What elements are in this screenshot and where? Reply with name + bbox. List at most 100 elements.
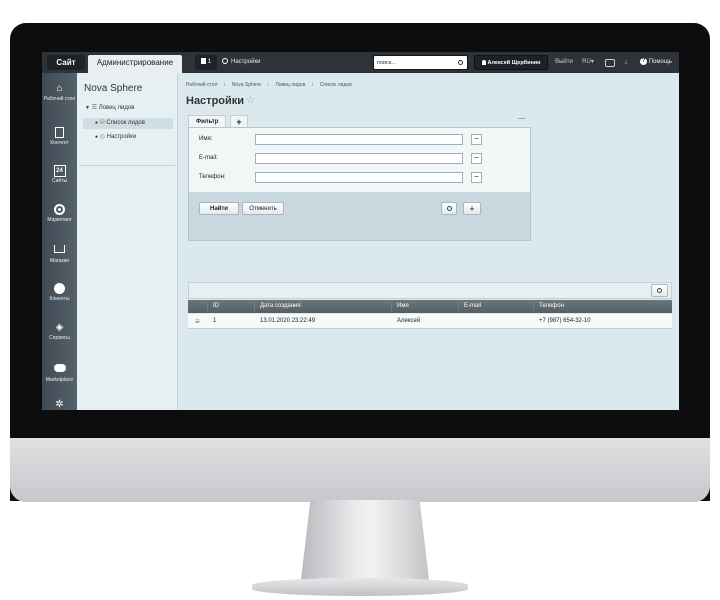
calendar-icon: 24 (53, 165, 66, 177)
sidebar-item-label: Клиенты (49, 296, 70, 302)
clients-icon (54, 283, 66, 295)
search-placeholder: поиск... (377, 60, 396, 66)
gear-icon (657, 288, 662, 293)
admin-tab[interactable]: Администрирование (88, 55, 182, 73)
column-header-phone[interactable]: Телефон (534, 300, 672, 313)
collapse-filter-button[interactable]: — (518, 115, 525, 122)
breadcrumb-item[interactable]: Список лидов (320, 82, 352, 88)
grid-toolbar (188, 282, 672, 299)
cell-created: 13.01.2020 23:22:49 (260, 318, 316, 324)
phone-field[interactable] (255, 172, 463, 183)
chevron-down-icon: ▾ (590, 59, 594, 65)
table-row[interactable]: ≡ 1 13.01.2020 23:22:49 Алексей +7 (987)… (188, 314, 672, 329)
cloud-download-icon (53, 364, 66, 376)
cell-id: 1 (213, 318, 217, 324)
tree-item-label: Ловец лидов (98, 105, 135, 111)
table-header: ID Дата создания Имя E-mail Телефон (188, 300, 672, 313)
filter-panel: Имя: − E-mail: − Телефон: − Найти Отмени… (188, 127, 531, 241)
column-header-created[interactable]: Дата создания (255, 300, 392, 313)
lang-value: RU (582, 59, 591, 65)
column-header-id[interactable]: ID (208, 300, 255, 313)
monitor-base (252, 578, 468, 596)
settings-label: Настройки (231, 59, 261, 65)
help-label: Помощь (648, 59, 672, 65)
notifications-count: 1 (207, 59, 211, 65)
leads-icon: ⛁ (99, 120, 105, 126)
gear-icon (446, 206, 452, 211)
sidebar-item-shop[interactable]: Магазин (42, 243, 77, 264)
list-icon: ☰ (91, 105, 98, 111)
layers-icon: ◈ (55, 322, 64, 333)
tree-item-lead-list[interactable]: ● ⛁ Список лидов (83, 118, 173, 129)
search-input[interactable]: поиск... (373, 55, 468, 70)
breadcrumb-item[interactable]: Рабочий стол (186, 82, 217, 88)
site-tab[interactable]: Сайт (47, 55, 85, 70)
help-icon: ? (640, 57, 648, 65)
sidebar-item-label: Сервисы (49, 335, 70, 341)
logout-link[interactable]: Выйти (553, 55, 575, 70)
tree-divider (79, 165, 175, 166)
sidebar-item-sites[interactable]: 24 Сайты (42, 165, 77, 184)
filter-settings-button[interactable] (441, 202, 457, 215)
notifications-button[interactable]: 1 (195, 55, 217, 70)
tree-item-settings[interactable]: ● ◎ Настройки (95, 133, 136, 140)
breadcrumb: Рабочий стол › Nova Sphere › Ловец лидов… (186, 82, 352, 88)
tree-panel: Nova Sphere ▼ ☰ Ловец лидов ● ⛁ Список л… (77, 73, 178, 410)
column-header-actions (188, 300, 208, 313)
sidebar-item-marketing[interactable]: Маркетинг (42, 204, 77, 223)
tree-item-label: Список лидов (106, 120, 145, 126)
sidebar-item-content[interactable]: Контент (42, 127, 77, 146)
user-icon (481, 60, 486, 66)
user-menu[interactable]: Алексей Щербинин (474, 55, 548, 70)
sidebar-item-label: Сайты (51, 178, 68, 184)
sidebar-item-settings[interactable]: ✲ (42, 399, 77, 410)
phone-label: Телефон: (199, 174, 226, 180)
lang-select[interactable]: RU▾ (579, 55, 597, 70)
target-icon (54, 204, 66, 216)
email-field[interactable] (255, 153, 463, 164)
remove-name-field-button[interactable]: − (471, 134, 482, 145)
cell-phone: +7 (987) 654-32-10 (539, 318, 591, 324)
breadcrumb-item[interactable]: Ловец лидов (275, 82, 305, 88)
grid-settings-button[interactable] (651, 284, 668, 297)
bullet-icon: ● (95, 134, 99, 140)
tab-filter-label: Фильтр (196, 119, 219, 125)
name-field[interactable] (255, 134, 463, 145)
monitor-stand (300, 500, 430, 588)
settings-link[interactable]: Настройки (222, 55, 267, 70)
sidebar-item-desktop[interactable]: ⌂ Рабочий стол (42, 83, 77, 102)
sidebar-item-clients[interactable]: Клиенты (42, 283, 77, 302)
column-header-email[interactable]: E-mail (459, 300, 534, 313)
pin-icon[interactable]: ↓ (622, 55, 630, 70)
flag-icon (200, 58, 206, 65)
sidebar-item-label: Магазин (49, 258, 70, 264)
column-header-name[interactable]: Имя (392, 300, 459, 313)
filter-fields: Имя: − E-mail: − Телефон: − (189, 128, 530, 192)
cell-name: Алексей (397, 318, 421, 324)
cart-icon (54, 245, 66, 257)
panel-toggle-icon[interactable] (605, 59, 615, 67)
monitor-chin (10, 438, 710, 502)
help-link[interactable]: ? Помощь (637, 55, 675, 70)
add-field-button[interactable]: + (463, 202, 481, 215)
home-icon: ⌂ (56, 83, 63, 94)
breadcrumb-item[interactable]: Nova Sphere (232, 82, 261, 88)
tree-item-lead-catcher[interactable]: ▼ ☰ Ловец лидов (85, 104, 134, 111)
favorite-star-icon[interactable]: ☆ (246, 95, 255, 106)
top-bar: Сайт Администрирование 1 Настройки поиск… (42, 52, 679, 73)
sidebar-item-label: Marketplace (45, 377, 74, 383)
sidebar-item-services[interactable]: ◈ Сервисы (42, 322, 77, 341)
settings-circle-icon: ◎ (99, 134, 105, 140)
row-menu-icon[interactable]: ≡ (190, 314, 206, 329)
cell-email (459, 314, 534, 329)
find-button[interactable]: Найти (199, 202, 239, 215)
cancel-button[interactable]: Отменить (242, 202, 284, 215)
main-content: Рабочий стол › Nova Sphere › Ловец лидов… (178, 73, 679, 410)
remove-email-field-button[interactable]: − (471, 153, 482, 164)
sidebar-item-label: Контент (50, 140, 69, 146)
page-title: Настройки (186, 95, 245, 107)
sidebar-item-marketplace[interactable]: Marketplace (42, 362, 77, 383)
left-sidebar: ⌂ Рабочий стол Контент 24 Сайты Маркетин… (42, 73, 77, 410)
sidebar-item-label: Маркетинг (47, 217, 72, 223)
remove-phone-field-button[interactable]: − (471, 172, 482, 183)
